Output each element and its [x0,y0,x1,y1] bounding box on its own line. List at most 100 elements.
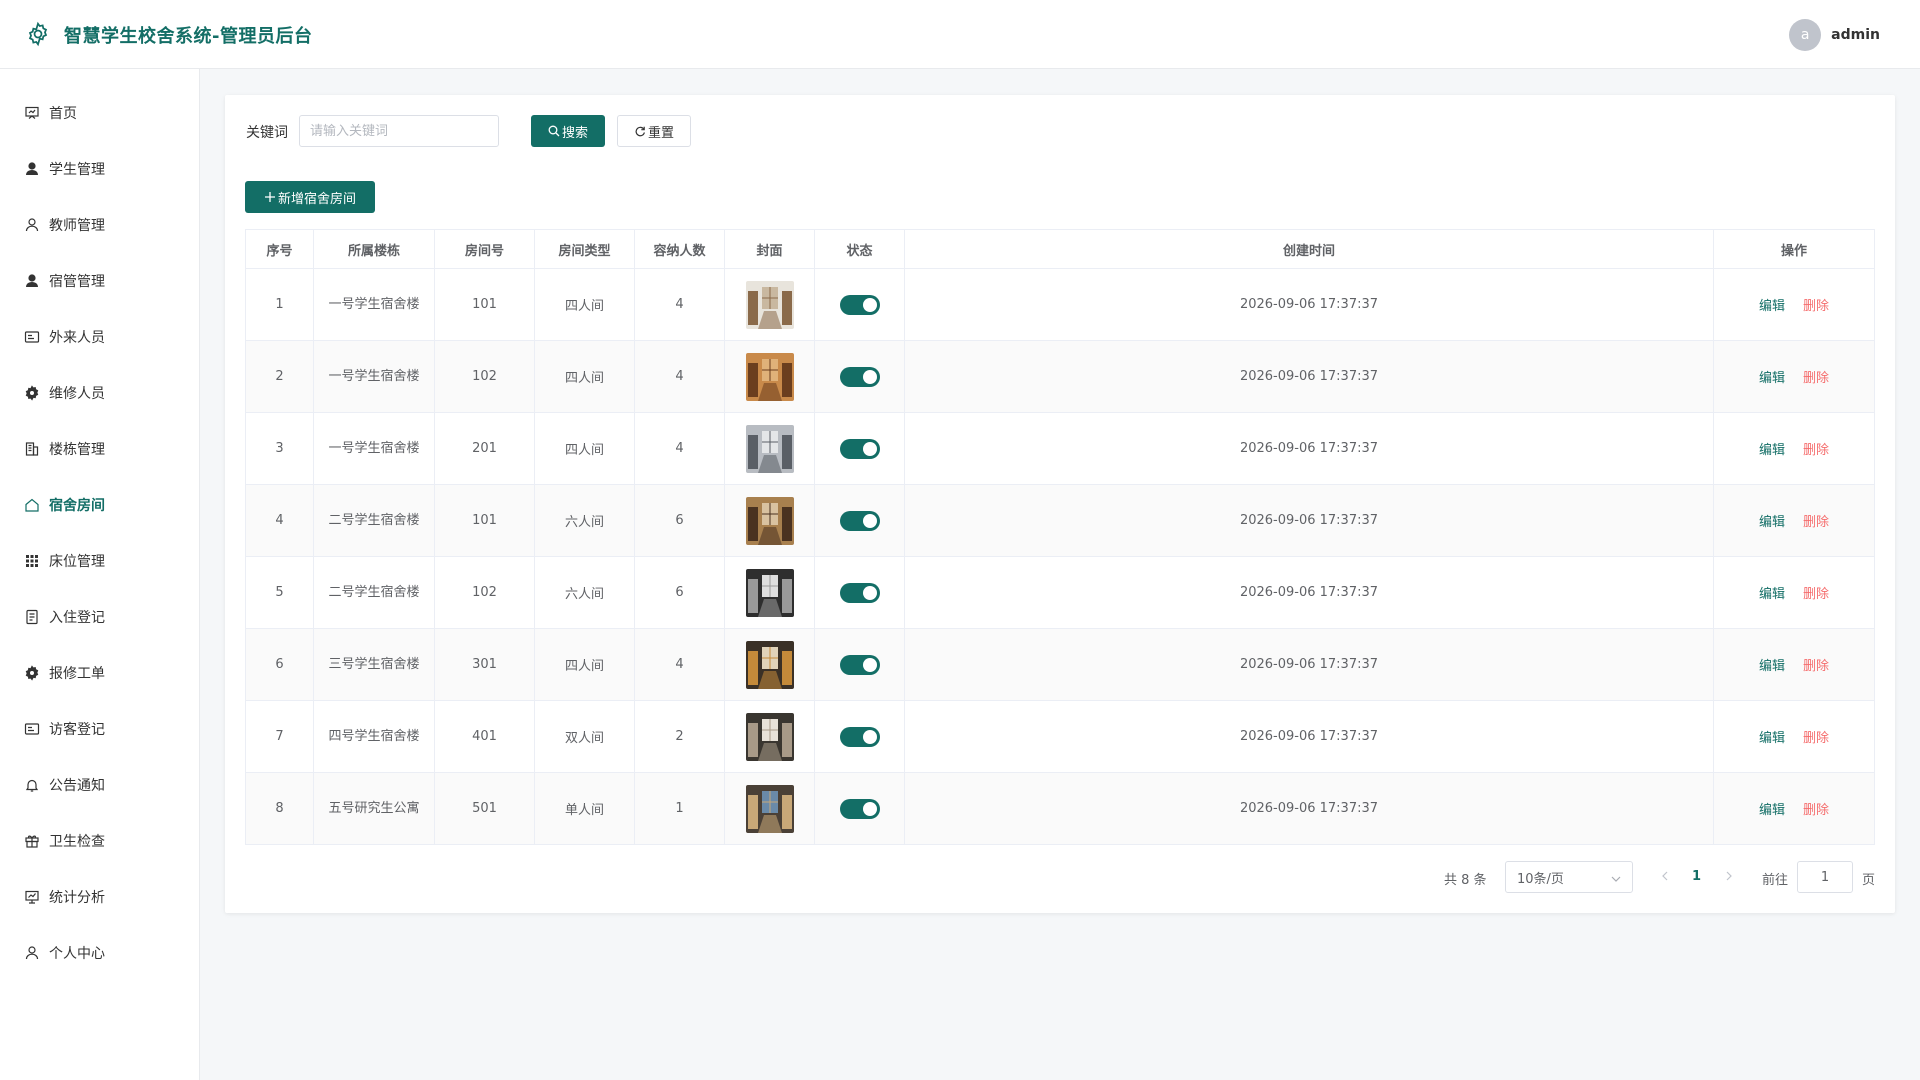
delete-link[interactable]: 删除 [1803,587,1829,602]
sidebar-item-5[interactable]: 维修人员 [0,373,199,413]
edit-link[interactable]: 编辑 [1759,659,1785,674]
cell-room: 102 [472,369,497,384]
cell-room: 301 [472,657,497,672]
avatar[interactable]: a [1789,19,1822,51]
sidebar-item-13[interactable]: 卫生检查 [0,821,199,861]
sidebar-item-6[interactable]: 楼栋管理 [0,429,199,469]
status-toggle[interactable] [839,366,880,387]
id-card-icon [24,723,40,735]
edit-link[interactable]: 编辑 [1759,587,1785,602]
table-row: 5 二号学生宿舍楼 102 六人间 6 2026-09-06 17:37:37 编辑 删除 [245,556,1875,629]
delete-link[interactable]: 删除 [1803,731,1829,746]
cell-capacity: 6 [675,585,684,600]
column-header: 操作 [1713,229,1875,269]
table-row: 2 一号学生宿舍楼 102 四人间 4 2026-09-06 17:37:37 编辑 删除 [245,340,1875,413]
edit-link[interactable]: 编辑 [1759,371,1785,386]
dorm-photo-icon[interactable] [745,424,794,473]
user-filled-icon [26,162,38,175]
sidebar-item-label: 首页 [49,106,77,122]
status-toggle[interactable] [839,510,880,531]
sidebar-item-0[interactable]: 首页 [0,93,199,133]
sidebar-item-label: 入住登记 [49,610,105,626]
current-page[interactable]: 1 [1692,869,1701,884]
sidebar-item-8[interactable]: 床位管理 [0,541,199,581]
delete-link[interactable]: 删除 [1803,803,1829,818]
user-menu[interactable]: a admin [1789,19,1880,51]
search-button[interactable]: 搜索 [531,115,605,147]
reset-button-label: 重置 [647,125,674,141]
cell-room: 201 [472,441,497,456]
dorm-photo-icon[interactable] [745,568,794,617]
sidebar-item-1[interactable]: 学生管理 [0,149,199,189]
status-toggle[interactable] [839,798,880,819]
column-header: 创建时间 [904,229,1714,269]
dorm-photo-icon[interactable] [745,640,794,689]
sidebar-item-10[interactable]: 报修工单 [0,653,199,693]
delete-link[interactable]: 删除 [1803,299,1829,314]
delete-link[interactable]: 删除 [1803,515,1829,530]
delete-link[interactable]: 删除 [1803,371,1829,386]
cell-type: 单人间 [564,803,604,818]
cell-capacity: 4 [675,369,684,384]
house-icon [25,498,39,512]
column-header: 状态 [814,229,905,269]
delete-link[interactable]: 删除 [1803,659,1829,674]
table-header-row: 序号 所属楼栋 房间号 房间类型 容纳人数 封面 状态 创建时间 操作 [245,229,1875,269]
sidebar-item-2[interactable]: 教师管理 [0,205,199,245]
table-row: 3 一号学生宿舍楼 201 四人间 4 2026-09-06 17:37:37 编辑 删除 [245,412,1875,485]
sidebar-item-label: 访客登记 [49,722,105,738]
document-icon [26,609,38,625]
dashboard-icon [25,106,39,119]
goto-page-input[interactable] [1797,861,1853,893]
status-toggle[interactable] [839,582,880,603]
dorm-photo-icon[interactable] [745,784,794,833]
cell-index: 1 [275,297,284,312]
edit-link[interactable]: 编辑 [1759,443,1785,458]
dorm-photo-icon[interactable] [745,496,794,545]
status-toggle[interactable] [839,438,880,459]
gear-icon [25,385,39,401]
table-row: 4 二号学生宿舍楼 101 六人间 6 2026-09-06 17:37:37 编辑 删除 [245,484,1875,557]
cell-capacity: 6 [675,513,684,528]
status-toggle[interactable] [839,654,880,675]
dorm-photo-icon[interactable] [745,712,794,761]
sidebar-item-label: 楼栋管理 [49,442,105,458]
sidebar-item-14[interactable]: 统计分析 [0,877,199,917]
edit-link[interactable]: 编辑 [1759,515,1785,530]
status-toggle[interactable] [839,726,880,747]
edit-link[interactable]: 编辑 [1759,731,1785,746]
table-row: 8 五号研究生公寓 501 单人间 1 2026-09-06 17:37:37 编辑 删除 [245,772,1875,845]
edit-link[interactable]: 编辑 [1759,803,1785,818]
user-icon [25,218,39,232]
sidebar-item-3[interactable]: 宿管管理 [0,261,199,301]
status-toggle[interactable] [839,294,880,315]
prev-page-icon[interactable] [1658,869,1672,883]
column-header: 容纳人数 [634,229,725,269]
present-icon [25,835,39,848]
sidebar-item-12[interactable]: 公告通知 [0,765,199,805]
page-size-value: 10条/页 [1517,871,1564,887]
sidebar-item-7[interactable]: 宿舍房间 [0,485,199,525]
dorm-photo-icon[interactable] [745,280,794,329]
cell-room: 501 [472,801,497,816]
column-header: 房间号 [434,229,535,269]
reset-button[interactable]: 重置 [617,115,691,147]
sidebar-item-4[interactable]: 外来人员 [0,317,199,357]
keyword-input[interactable] [299,115,499,147]
sidebar-item-11[interactable]: 访客登记 [0,709,199,749]
page-size-select[interactable]: 10条/页 [1505,861,1633,893]
edit-link[interactable]: 编辑 [1759,299,1785,314]
chevron-down-icon [1611,876,1621,882]
cell-index: 6 [275,657,284,672]
sidebar-item-9[interactable]: 入住登记 [0,597,199,637]
sidebar-item-label: 公告通知 [49,778,105,794]
table-row: 6 三号学生宿舍楼 301 四人间 4 2026-09-06 17:37:37 编辑 删除 [245,628,1875,701]
add-room-button[interactable]: 新增宿舍房间 [245,181,375,213]
cell-room: 101 [472,513,497,528]
dorm-photo-icon[interactable] [745,352,794,401]
sidebar-item-15[interactable]: 个人中心 [0,933,199,973]
username[interactable]: admin [1831,27,1880,43]
next-page-icon[interactable] [1722,869,1736,883]
cell-capacity: 4 [675,297,684,312]
delete-link[interactable]: 删除 [1803,443,1829,458]
